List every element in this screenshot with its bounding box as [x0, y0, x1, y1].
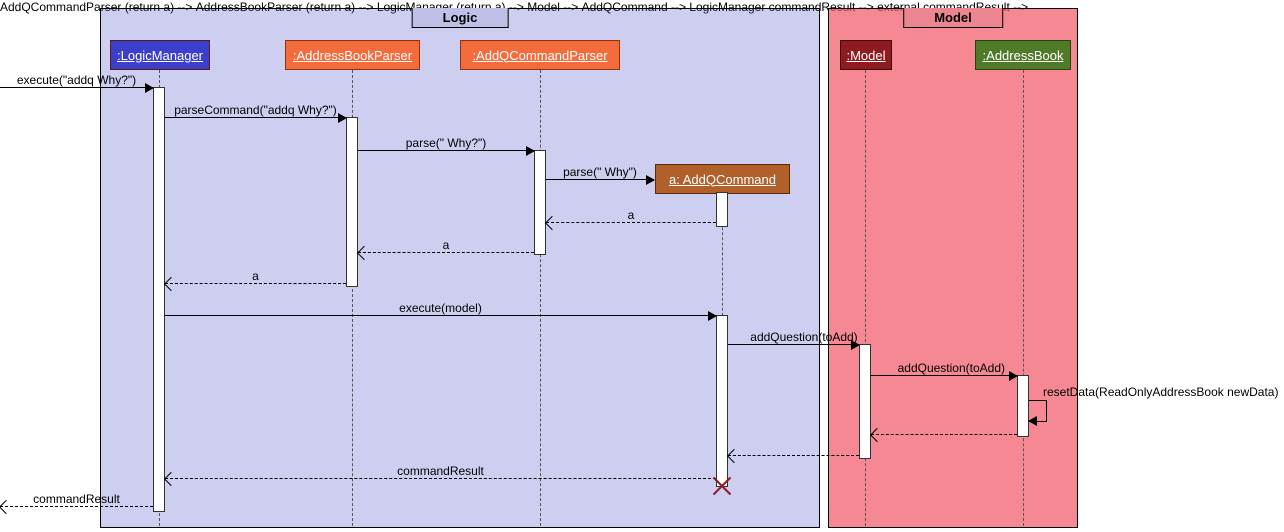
msg-execute-addq: execute("addq Why?")	[0, 87, 153, 88]
lifeline-addqcommandparser	[540, 70, 541, 526]
sequence-diagram: Logic Model :LogicManager :AddressBookPa…	[0, 0, 1284, 532]
arrowhead-icon	[1009, 371, 1018, 381]
participant-addressbookparser: :AddressBookParser	[285, 40, 420, 70]
participant-addressbook: :AddressBook	[975, 40, 1071, 70]
msg-parsecommand: parseCommand("addq Why?")	[165, 117, 346, 118]
msg-parse-why2: parse(" Why")	[546, 179, 654, 180]
participant-addqcommand: a: AddQCommand	[655, 164, 790, 194]
ret-model-addqcommand	[728, 455, 859, 456]
msg-addquestion-2: addQuestion(toAdd)	[871, 375, 1017, 376]
participant-model: :Model	[840, 40, 892, 70]
activation-addqcommand-create	[716, 192, 728, 227]
arrowhead-icon	[0, 500, 13, 514]
ret-commandresult-1: commandResult	[165, 478, 716, 479]
ret-a-3: a	[165, 283, 346, 284]
ret-a-1: a	[546, 222, 716, 223]
ret-a-2: a	[358, 252, 534, 253]
arrowhead-icon	[526, 146, 535, 156]
msg-addquestion-1: addQuestion(toAdd)	[728, 344, 859, 345]
arrowhead-icon	[145, 83, 154, 93]
msg-resetdata-self: resetData(ReadOnlyAddressBook newData)	[1029, 400, 1047, 422]
activation-addressbookparser	[346, 117, 358, 287]
activation-addressbook	[1017, 375, 1029, 437]
activation-addqcommand-exec	[716, 315, 728, 487]
ret-addressbook-model	[871, 434, 1017, 435]
lifeline-addressbook	[1023, 70, 1024, 526]
msg-execute-model: execute(model)	[165, 315, 716, 316]
arrowhead-icon	[1028, 416, 1037, 426]
activation-logicmanager	[153, 87, 165, 512]
activation-model	[859, 344, 871, 459]
participant-logicmanager: :LogicManager	[110, 40, 210, 70]
msg-parse-why1: parse(" Why?")	[358, 150, 534, 151]
logic-frame-title: Logic	[412, 8, 509, 28]
arrowhead-icon	[851, 340, 860, 350]
activation-addqcommandparser	[534, 150, 546, 255]
destroy-addqcommand-icon	[712, 476, 732, 496]
ret-commandresult-2: commandResult	[0, 506, 153, 507]
arrowhead-icon	[338, 113, 347, 123]
participant-addqcommandparser: :AddQCommandParser	[460, 40, 620, 70]
logic-frame: Logic	[100, 8, 820, 528]
arrowhead-icon	[708, 311, 717, 321]
model-frame-title: Model	[903, 8, 1003, 28]
arrowhead-icon	[646, 175, 655, 185]
